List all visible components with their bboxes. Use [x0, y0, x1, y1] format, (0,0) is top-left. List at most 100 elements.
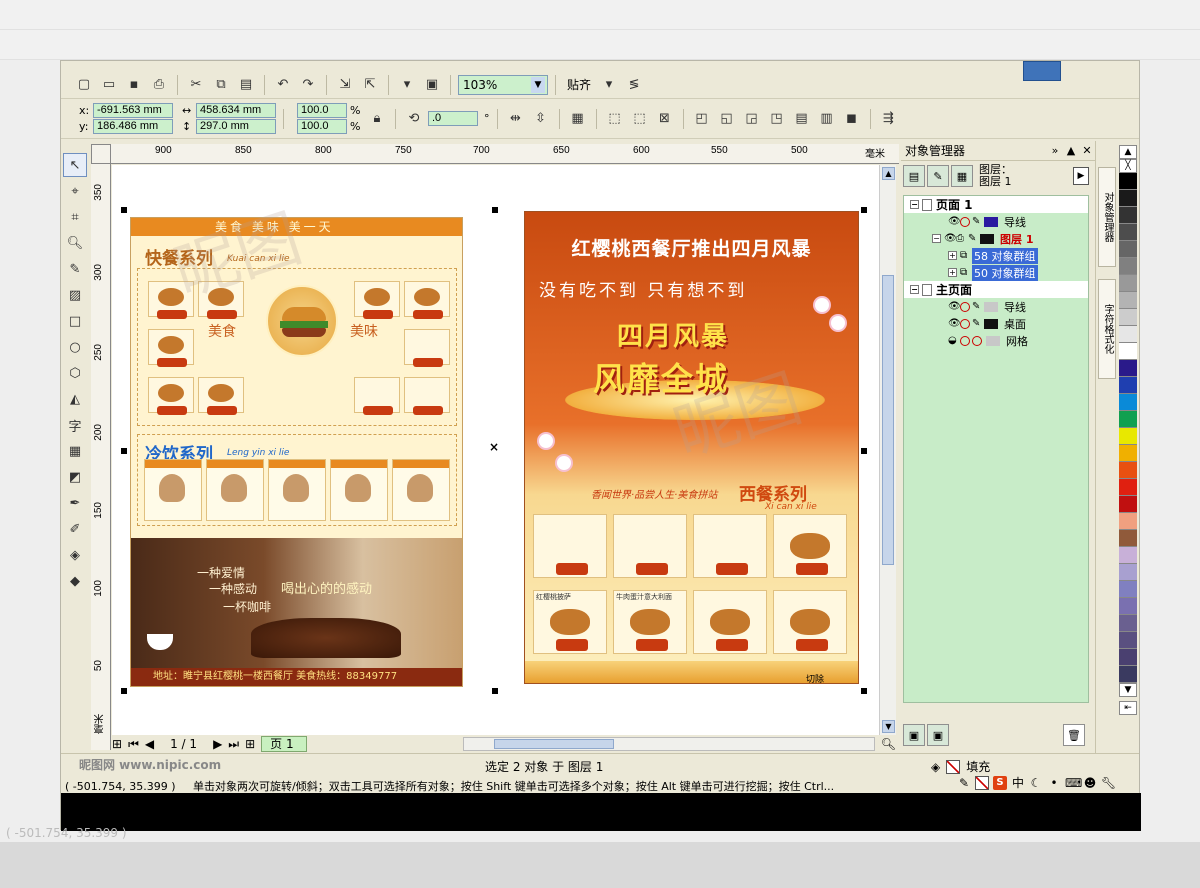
- horizontal-scroll-thumb[interactable]: [493, 739, 614, 749]
- undo-icon[interactable]: ↶: [272, 74, 294, 96]
- scroll-down-icon[interactable]: ▼: [882, 720, 895, 733]
- basic-shapes-icon[interactable]: ◭: [63, 387, 87, 411]
- palette-swatch[interactable]: [1119, 173, 1137, 190]
- palette-swatch[interactable]: [1119, 258, 1137, 275]
- layer-manager-view-icon[interactable]: ▦: [951, 165, 973, 187]
- outline-tool-icon[interactable]: ✐: [63, 517, 87, 541]
- scale-x-field[interactable]: 100.0: [297, 103, 347, 118]
- palette-swatch[interactable]: [1119, 411, 1137, 428]
- new-master-layer-icon[interactable]: ▣: [927, 724, 949, 746]
- palette-swatch[interactable]: [1119, 598, 1137, 615]
- tree-group-58[interactable]: + ⧉ 58 对象群组: [904, 247, 1088, 264]
- app-launcher-icon[interactable]: ▾: [396, 74, 418, 96]
- simplify-icon[interactable]: ◳: [766, 108, 788, 130]
- show-properties-icon[interactable]: ▤: [903, 165, 925, 187]
- width-field[interactable]: 458.634 mm: [196, 103, 276, 118]
- selection-center-marker[interactable]: ×: [489, 440, 499, 454]
- palette-swatch[interactable]: [1119, 190, 1137, 207]
- open-icon[interactable]: ▭: [98, 74, 120, 96]
- palette-swatch[interactable]: [1119, 666, 1137, 683]
- y-position-field[interactable]: 186.486 mm: [93, 119, 173, 134]
- x-position-field[interactable]: -691.563 mm: [93, 103, 173, 118]
- boundary-icon[interactable]: ◼: [841, 108, 863, 130]
- tab-character-formatting[interactable]: 字符格式化: [1098, 279, 1116, 379]
- palette-swatch[interactable]: [1119, 649, 1137, 666]
- tree-page-1[interactable]: − 页面 1: [904, 196, 1088, 213]
- palette-swatch[interactable]: [1119, 326, 1137, 343]
- save-icon[interactable]: ▪: [123, 74, 145, 96]
- crop-tool-icon[interactable]: ⌗: [63, 205, 87, 229]
- paste-icon[interactable]: ▤: [235, 74, 257, 96]
- flyer-page-right[interactable]: 红樱桃西餐厅推出四月风暴 没有吃不到 只有想不到 四月风暴 风靡全城 香闻世界·…: [524, 211, 859, 685]
- ime-punct-icon[interactable]: •: [1047, 776, 1061, 790]
- ellipse-tool-icon[interactable]: ○: [63, 335, 87, 359]
- print-toggle-icon[interactable]: [960, 318, 970, 329]
- zoom-tool-icon[interactable]: 🔍︎: [63, 231, 87, 255]
- next-page-icon[interactable]: ▶: [213, 737, 222, 751]
- break-apart-icon[interactable]: ⬚: [629, 108, 651, 130]
- options-icon[interactable]: ≶: [623, 74, 645, 96]
- tree-master-guides[interactable]: 👁︎ ✎ 导线: [904, 298, 1088, 315]
- selection-handle[interactable]: [121, 207, 127, 213]
- palette-swatch[interactable]: [1119, 564, 1137, 581]
- edit-pencil-icon[interactable]: ✎: [972, 216, 982, 227]
- palette-swatch[interactable]: [1119, 530, 1137, 547]
- group-icon[interactable]: ▦: [567, 108, 589, 130]
- docker-menu-icon[interactable]: ▶: [1073, 167, 1089, 185]
- palette-swatch[interactable]: [1119, 394, 1137, 411]
- ime-user-icon[interactable]: ☻: [1083, 776, 1097, 790]
- collapse-toggle-icon[interactable]: −: [932, 234, 941, 243]
- tab-object-manager[interactable]: 对象管理器: [1098, 167, 1116, 267]
- ime-moon-icon[interactable]: ☾: [1029, 776, 1043, 790]
- selection-handle[interactable]: [121, 688, 127, 694]
- eye-icon[interactable]: 👁︎: [944, 233, 957, 244]
- trim-icon[interactable]: ◱: [716, 108, 738, 130]
- prev-page-icon[interactable]: ◀: [145, 737, 154, 751]
- palette-swatch[interactable]: [1119, 360, 1137, 377]
- text-tool-icon[interactable]: 字: [63, 413, 87, 437]
- palette-swatch[interactable]: [1119, 615, 1137, 632]
- vertical-ruler[interactable]: 350 300 250 200 150 100 50 毫米: [91, 164, 111, 750]
- selection-handle[interactable]: [492, 207, 498, 213]
- expand-icon[interactable]: »: [1047, 144, 1063, 157]
- ungroup-icon[interactable]: ⊠: [654, 108, 676, 130]
- eye-icon[interactable]: 👁︎: [948, 318, 961, 329]
- first-page-icon[interactable]: ⏮: [128, 737, 139, 752]
- palette-swatch[interactable]: [1119, 547, 1137, 564]
- palette-swatch[interactable]: [1119, 632, 1137, 649]
- redo-icon[interactable]: ↷: [297, 74, 319, 96]
- welcome-icon[interactable]: ▣: [421, 74, 443, 96]
- palette-swatch[interactable]: [1119, 343, 1137, 360]
- new-icon[interactable]: ▢: [73, 74, 95, 96]
- copy-icon[interactable]: ⧉: [210, 74, 232, 96]
- height-field[interactable]: 297.0 mm: [196, 119, 276, 134]
- snap-menu[interactable]: 贴齐: [563, 76, 595, 93]
- front-minus-back-icon[interactable]: ▤: [791, 108, 813, 130]
- horizontal-scrollbar[interactable]: [462, 737, 875, 751]
- page-tab-1[interactable]: 页 1: [261, 736, 307, 752]
- selection-handle[interactable]: [861, 207, 867, 213]
- freehand-tool-icon[interactable]: ✎: [63, 257, 87, 281]
- polygon-tool-icon[interactable]: ⬡: [63, 361, 87, 385]
- collapse-icon[interactable]: ▲: [1063, 144, 1079, 157]
- lock-ratio-icon[interactable]: 🔒︎: [366, 108, 388, 130]
- eye-hidden-icon[interactable]: ◒: [948, 335, 960, 346]
- new-layer-icon[interactable]: ▣: [903, 724, 925, 746]
- palette-swatch[interactable]: [1119, 445, 1137, 462]
- snap-dropdown-icon[interactable]: ▾: [598, 74, 620, 96]
- smart-fill-icon[interactable]: ▨: [63, 283, 87, 307]
- palette-swatch[interactable]: [1119, 224, 1137, 241]
- interactive-fill-icon[interactable]: ◆: [63, 569, 87, 593]
- scroll-up-icon[interactable]: ▲: [882, 167, 895, 180]
- tree-desktop[interactable]: 👁︎ ✎ 桌面: [904, 315, 1088, 332]
- palette-swatch[interactable]: [1119, 428, 1137, 445]
- tree-master-page[interactable]: − 主页面: [904, 281, 1088, 298]
- mirror-vertical-icon[interactable]: ⇳: [530, 108, 552, 130]
- palette-swatch[interactable]: [1119, 479, 1137, 496]
- import-icon[interactable]: ⇲: [334, 74, 356, 96]
- combine-icon[interactable]: ⬚: [604, 108, 626, 130]
- palette-swatch[interactable]: [1119, 241, 1137, 258]
- eye-icon[interactable]: 👁︎: [948, 216, 961, 227]
- last-page-icon[interactable]: ⏭: [228, 737, 239, 752]
- shape-tool-icon[interactable]: ⌖: [63, 179, 87, 203]
